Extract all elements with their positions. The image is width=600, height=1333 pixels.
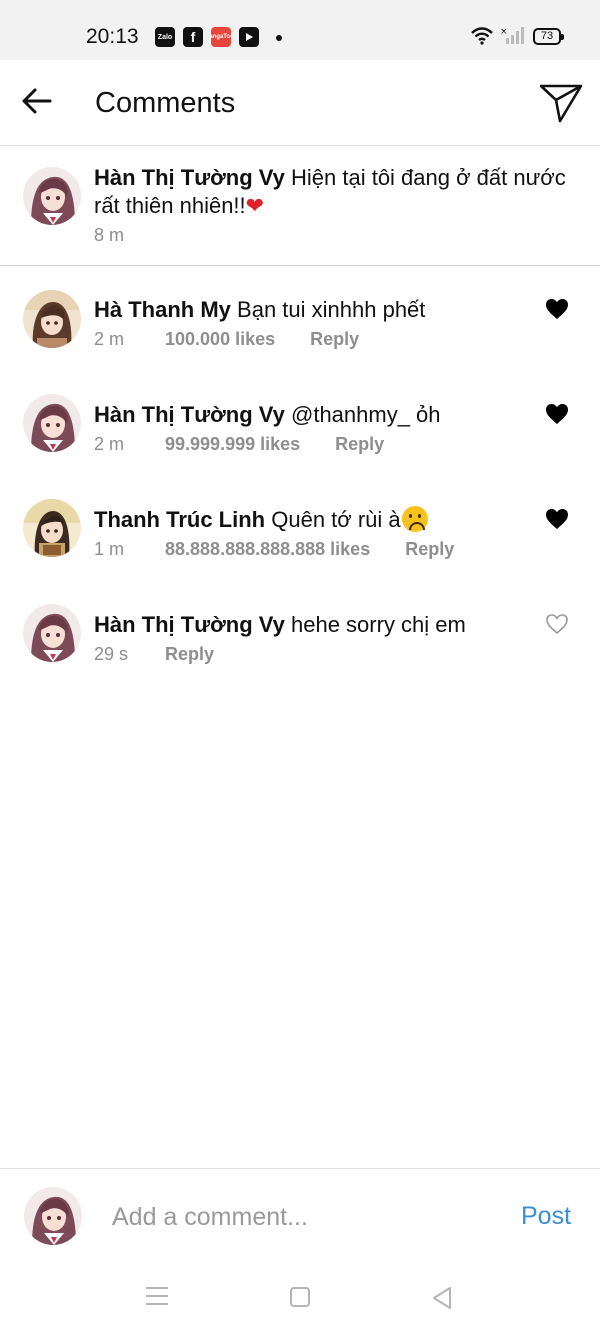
comment-username[interactable]: Hàn Thị Tường Vy <box>94 402 285 427</box>
comment-username[interactable]: Hà Thanh My <box>94 297 231 322</box>
wifi-icon <box>471 27 493 45</box>
comment-meta: 1 m 88.888.888.888.888 likes Reply <box>94 539 454 560</box>
battery-icon: 73 <box>533 28 564 45</box>
comment-likes[interactable]: 100.000 likes <box>165 329 275 350</box>
page-title: Comments <box>95 87 236 119</box>
comment-meta: 29 s Reply <box>94 644 214 665</box>
comment-body: @thanhmy_ ỏh <box>291 402 441 427</box>
comment-time: 1 m <box>94 539 125 559</box>
signal-icon: × <box>500 27 524 44</box>
caption-text: Hàn Thị Tường Vy Hiện tại tôi đang ở đất… <box>94 164 580 220</box>
add-comment-bar: Post <box>0 1168 600 1263</box>
notification-dot-icon <box>276 35 282 41</box>
facebook-app-icon: f <box>183 27 203 47</box>
comment-likes[interactable]: 99.999.999 likes <box>165 434 300 455</box>
avatar <box>24 1187 82 1245</box>
mangatoon-app-icon: MangaToon <box>211 27 231 47</box>
caption-username[interactable]: Hàn Thị Tường Vy <box>94 165 285 190</box>
heart-filled-icon[interactable] <box>545 508 569 530</box>
comment-likes[interactable]: 88.888.888.888.888 likes <box>165 539 370 560</box>
heart-outline-icon[interactable] <box>545 613 569 635</box>
reply-button[interactable]: Reply <box>405 539 454 560</box>
avatar[interactable] <box>23 167 81 225</box>
avatar[interactable] <box>23 499 81 557</box>
comments-header: Comments <box>0 60 600 146</box>
comment-meta: 2 m 99.999.999 likes Reply <box>94 434 384 455</box>
reply-button[interactable]: Reply <box>310 329 359 350</box>
caption-time: 8 m <box>94 225 125 245</box>
back-triangle-icon[interactable] <box>430 1285 454 1311</box>
youtube-app-icon <box>239 27 259 47</box>
comment-meta: 2 m 100.000 likes Reply <box>94 329 359 350</box>
comment-text: Hà Thanh My Bạn tui xinhhh phết <box>94 296 580 324</box>
comment-text: Hàn Thị Tường Vy hehe sorry chị em <box>94 611 580 639</box>
avatar[interactable] <box>23 394 81 452</box>
zalo-app-icon: Zalo <box>155 27 175 47</box>
arrow-left-icon[interactable] <box>20 84 54 118</box>
comment-text: Hàn Thị Tường Vy @thanhmy_ ỏh <box>94 401 580 429</box>
reply-button[interactable]: Reply <box>165 644 214 665</box>
status-bar: 20:13 Zalo f MangaToon × 73 <box>0 0 600 60</box>
comment-time: 29 s <box>94 644 129 664</box>
post-button[interactable]: Post <box>521 1202 571 1231</box>
comment-time: 2 m <box>94 329 125 349</box>
comment-time: 2 m <box>94 434 125 454</box>
post-caption: Hàn Thị Tường Vy Hiện tại tôi đang ở đất… <box>0 146 600 266</box>
caption-meta: 8 m <box>94 225 124 246</box>
comment-username[interactable]: Hàn Thị Tường Vy <box>94 612 285 637</box>
heart-filled-icon[interactable] <box>545 298 569 320</box>
comment-body: hehe sorry chị em <box>291 612 466 637</box>
reply-button[interactable]: Reply <box>335 434 384 455</box>
red-heart-emoji-icon: ❤ <box>245 193 265 218</box>
system-nav-bar <box>0 1263 600 1333</box>
comment-username[interactable]: Thanh Trúc Linh <box>94 507 265 532</box>
comment-text: Thanh Trúc Linh Quên tớ rùi à <box>94 506 580 534</box>
home-square-icon[interactable] <box>290 1287 310 1307</box>
svg-text:×: × <box>500 27 508 37</box>
comment-input[interactable] <box>112 1197 492 1237</box>
comment-body: Bạn tui xinhhh phết <box>237 297 426 322</box>
avatar[interactable] <box>23 604 81 662</box>
avatar[interactable] <box>23 290 81 348</box>
status-time: 20:13 <box>86 25 139 48</box>
menu-icon[interactable] <box>146 1287 168 1307</box>
sad-face-emoji-icon <box>401 506 428 532</box>
comment-body: Quên tớ rùi à <box>271 507 401 532</box>
paper-plane-icon[interactable] <box>538 82 584 124</box>
heart-filled-icon[interactable] <box>545 403 569 425</box>
